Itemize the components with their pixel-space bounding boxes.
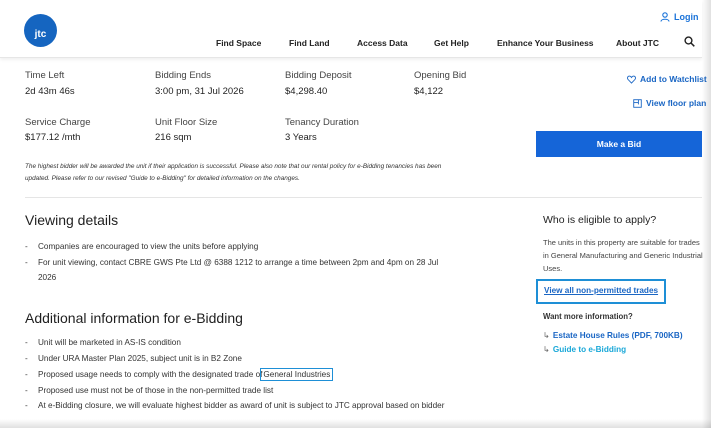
- list-item: - For unit viewing, contact CBRE GWS Pte …: [25, 258, 439, 267]
- view-floor-plan-link[interactable]: View floor plan: [633, 98, 706, 108]
- list-item: - At e-Bidding closure, we will evaluate …: [25, 401, 445, 410]
- bidding-deposit-label: Bidding Deposit: [285, 70, 352, 81]
- tenancy-duration-label: Tenancy Duration: [285, 117, 359, 128]
- unit-floor-size-label: Unit Floor Size: [155, 117, 218, 128]
- arrow-return-icon: ↳: [543, 345, 550, 354]
- search-icon[interactable]: [684, 36, 695, 47]
- service-charge-value: $177.12 /mth: [25, 132, 81, 143]
- eligibility-title: Who is eligible to apply?: [543, 214, 657, 226]
- policy-note: The highest bidder will be awarded the u…: [25, 163, 442, 182]
- list-item: - Companies are encouraged to view the un…: [25, 242, 259, 251]
- time-left-label: Time Left: [25, 70, 65, 81]
- add-to-watchlist-link[interactable]: Add to Watchlist: [627, 74, 707, 84]
- heart-icon: [627, 75, 636, 84]
- bidding-ends-label: Bidding Ends: [155, 70, 211, 81]
- nav-find-space[interactable]: Find Space: [216, 38, 261, 48]
- list-item: - Proposed usage needs to comply with the…: [25, 368, 334, 381]
- list-item: - Proposed use must not be of those in th…: [25, 386, 274, 395]
- more-info-title: Want more information?: [543, 312, 633, 321]
- viewing-details-title: Viewing details: [25, 212, 119, 228]
- opening-bid-label: Opening Bid: [414, 70, 467, 81]
- additional-info-title: Additional information for e-Bidding: [25, 310, 243, 326]
- designated-trade-highlight: General Industries: [260, 368, 334, 381]
- frame-shadow: [702, 0, 711, 428]
- nav-get-help[interactable]: Get Help: [434, 38, 469, 48]
- nav-about-jtc[interactable]: About JTC: [616, 38, 659, 48]
- unit-floor-size-value: 216 sqm: [155, 132, 192, 143]
- nav-enhance-business[interactable]: Enhance Your Business: [497, 38, 594, 48]
- estate-house-rules-link[interactable]: ↳ Estate House Rules (PDF, 700KB): [543, 330, 683, 340]
- nav-find-land[interactable]: Find Land: [289, 38, 330, 48]
- bidding-ends-value: 3:00 pm, 31 Jul 2026: [155, 86, 244, 97]
- site-header: jtc Login Find Space Find Land Access Da…: [0, 0, 702, 58]
- page: jtc Login Find Space Find Land Access Da…: [0, 0, 711, 428]
- guide-to-ebidding-link[interactable]: ↳ Guide to e-Bidding: [543, 344, 626, 354]
- frame-shadow: [0, 419, 711, 428]
- service-charge-label: Service Charge: [25, 117, 91, 128]
- jtc-logo[interactable]: jtc: [24, 14, 57, 47]
- list-item: - Unit will be marketed in AS-IS conditio…: [25, 338, 181, 347]
- time-left-value: 2d 43m 46s: [25, 86, 75, 97]
- login-link[interactable]: Login: [660, 12, 699, 22]
- opening-bid-value: $4,122: [414, 86, 444, 97]
- tenancy-duration-value: 3 Years: [285, 132, 317, 143]
- floor-plan-icon: [633, 98, 642, 108]
- section-divider: [25, 197, 702, 198]
- bidding-deposit-value: $4,298.40: [285, 86, 328, 97]
- make-a-bid-button[interactable]: Make a Bid: [536, 131, 702, 157]
- eligibility-text: The units in this property are suitable …: [543, 238, 703, 273]
- user-icon: [660, 12, 670, 22]
- view-non-permitted-trades-link[interactable]: View all non-permitted trades: [544, 286, 658, 295]
- arrow-return-icon: ↳: [543, 331, 550, 340]
- list-item: 2026: [38, 273, 57, 282]
- list-item: - Under URA Master Plan 2025, subject uni…: [25, 354, 242, 363]
- nav-access-data[interactable]: Access Data: [357, 38, 408, 48]
